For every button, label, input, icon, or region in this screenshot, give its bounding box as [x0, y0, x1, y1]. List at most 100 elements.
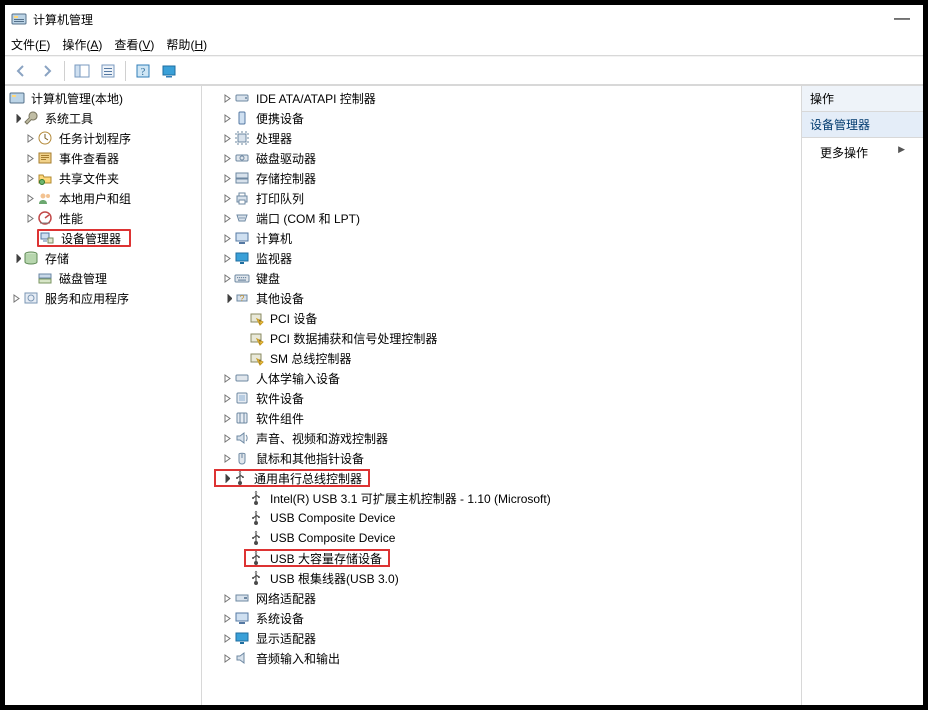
expander-closed-icon[interactable] — [220, 271, 234, 285]
tree-label: 共享文件夹 — [57, 170, 121, 187]
forward-button[interactable] — [35, 59, 59, 83]
properties-button[interactable] — [96, 59, 120, 83]
expander-closed-icon[interactable] — [220, 211, 234, 225]
cat-disk-drives[interactable]: 磁盘驱动器 — [202, 148, 801, 168]
cat-portable[interactable]: 便携设备 — [202, 108, 801, 128]
usb-composite-2[interactable]: USB Composite Device — [202, 528, 801, 548]
cat-ide[interactable]: IDE ATA/ATAPI 控制器 — [202, 88, 801, 108]
cat-software-devices[interactable]: 软件设备 — [202, 388, 801, 408]
expander-closed-icon[interactable] — [220, 391, 234, 405]
usb-root-hub[interactable]: USB 根集线器(USB 3.0) — [202, 568, 801, 588]
usb-icon — [248, 570, 264, 586]
expander-closed-icon[interactable] — [220, 91, 234, 105]
tree-device-manager[interactable]: 设备管理器 — [5, 228, 201, 248]
help-button[interactable]: ? — [131, 59, 155, 83]
expander-closed-icon[interactable] — [220, 631, 234, 645]
expander-closed-icon[interactable] — [220, 171, 234, 185]
expander-closed-icon[interactable] — [23, 211, 37, 225]
usb-intel-host[interactable]: Intel(R) USB 3.1 可扩展主机控制器 - 1.10 (Micros… — [202, 488, 801, 508]
expander-closed-icon[interactable] — [23, 191, 37, 205]
expander-open-icon[interactable] — [9, 111, 23, 125]
expander-closed-icon[interactable] — [220, 451, 234, 465]
tree-label: 存储 — [43, 250, 71, 267]
expander-closed-icon[interactable] — [23, 131, 37, 145]
tree-system-tools[interactable]: 系统工具 — [5, 108, 201, 128]
menu-file[interactable]: 文件(F) — [11, 36, 50, 53]
more-actions[interactable]: 更多操作 ▶ — [802, 138, 923, 167]
tree-disk-management[interactable]: 磁盘管理 — [5, 268, 201, 288]
expander-closed-icon[interactable] — [220, 191, 234, 205]
other-pci-device[interactable]: !PCI 设备 — [202, 308, 801, 328]
actions-pane: 操作 设备管理器 更多操作 ▶ — [802, 86, 923, 705]
menu-help[interactable]: 帮助(H) — [166, 36, 207, 53]
back-button[interactable] — [9, 59, 33, 83]
other-sm-bus[interactable]: !SM 总线控制器 — [202, 348, 801, 368]
tree-label: 便携设备 — [254, 110, 306, 127]
cat-print-queues[interactable]: 打印队列 — [202, 188, 801, 208]
tree-label: 其他设备 — [254, 290, 306, 307]
tree-services-apps[interactable]: 服务和应用程序 — [5, 288, 201, 308]
cat-other-devices[interactable]: ?其他设备 — [202, 288, 801, 308]
device-manager-icon — [39, 230, 55, 246]
minimize-button[interactable]: — — [887, 11, 917, 27]
usb-mass-storage[interactable]: USB 大容量存储设备 — [202, 548, 801, 568]
toolbar: ? — [5, 57, 923, 85]
tree-local-users[interactable]: 本地用户和组 — [5, 188, 201, 208]
expander-closed-icon[interactable] — [220, 231, 234, 245]
expander-closed-icon[interactable] — [220, 411, 234, 425]
expander-closed-icon[interactable] — [23, 171, 37, 185]
expander-closed-icon[interactable] — [220, 611, 234, 625]
cat-audio-io[interactable]: 音频输入和输出 — [202, 648, 801, 668]
expander-closed-icon[interactable] — [220, 371, 234, 385]
expander-closed-icon[interactable] — [23, 151, 37, 165]
tree-label: 设备管理器 — [59, 230, 123, 247]
show-hide-tree-button[interactable] — [70, 59, 94, 83]
cat-software-components[interactable]: 软件组件 — [202, 408, 801, 428]
tree-label: 监视器 — [254, 250, 294, 267]
cat-storage-controllers[interactable]: 存储控制器 — [202, 168, 801, 188]
tree-storage[interactable]: 存储 — [5, 248, 201, 268]
computer-management-icon — [9, 90, 25, 106]
usb-composite-1[interactable]: USB Composite Device — [202, 508, 801, 528]
storage-controller-icon — [234, 170, 250, 186]
tree-root[interactable]: 计算机管理(本地) — [5, 88, 201, 108]
expander-closed-icon[interactable] — [9, 291, 23, 305]
expander-open-icon[interactable] — [220, 291, 234, 305]
cat-monitors[interactable]: 监视器 — [202, 248, 801, 268]
cat-computer[interactable]: 计算机 — [202, 228, 801, 248]
tree-label: 事件查看器 — [57, 150, 121, 167]
tree-shared-folders[interactable]: 共享文件夹 — [5, 168, 201, 188]
expander-closed-icon[interactable] — [220, 111, 234, 125]
expander-closed-icon[interactable] — [220, 431, 234, 445]
tree-performance[interactable]: 性能 — [5, 208, 201, 228]
expander-open-icon[interactable] — [218, 471, 232, 485]
refresh-button[interactable] — [157, 59, 181, 83]
tree-task-scheduler[interactable]: 任务计划程序 — [5, 128, 201, 148]
expander-closed-icon[interactable] — [220, 591, 234, 605]
cat-mice[interactable]: 鼠标和其他指针设备 — [202, 448, 801, 468]
cat-ports[interactable]: 端口 (COM 和 LPT) — [202, 208, 801, 228]
cat-hid[interactable]: 人体学输入设备 — [202, 368, 801, 388]
cat-audio-game[interactable]: 声音、视频和游戏控制器 — [202, 428, 801, 448]
expander-closed-icon[interactable] — [220, 131, 234, 145]
expander-open-icon[interactable] — [9, 251, 23, 265]
tree-event-viewer[interactable]: 事件查看器 — [5, 148, 201, 168]
device-tree[interactable]: IDE ATA/ATAPI 控制器 便携设备 处理器 磁盘驱动器 存储控制器 打… — [202, 88, 801, 668]
cat-usb-controllers[interactable]: 通用串行总线控制器 — [202, 468, 801, 488]
expander-closed-icon[interactable] — [220, 651, 234, 665]
expander-closed-icon[interactable] — [220, 151, 234, 165]
cat-keyboards[interactable]: 键盘 — [202, 268, 801, 288]
keyboard-icon — [234, 270, 250, 286]
expander-closed-icon[interactable] — [220, 251, 234, 265]
cat-network-adapters[interactable]: 网络适配器 — [202, 588, 801, 608]
cat-system-devices[interactable]: 系统设备 — [202, 608, 801, 628]
cat-cpu[interactable]: 处理器 — [202, 128, 801, 148]
unknown-device-icon: ! — [248, 350, 264, 366]
menu-action[interactable]: 操作(A) — [62, 36, 102, 53]
software-device-icon — [234, 390, 250, 406]
menu-view[interactable]: 查看(V) — [114, 36, 154, 53]
tree-label: USB Composite Device — [268, 511, 397, 525]
left-tree[interactable]: 计算机管理(本地) 系统工具 — [5, 88, 201, 308]
other-pci-signal[interactable]: !PCI 数据捕获和信号处理控制器 — [202, 328, 801, 348]
cat-display-adapters[interactable]: 显示适配器 — [202, 628, 801, 648]
